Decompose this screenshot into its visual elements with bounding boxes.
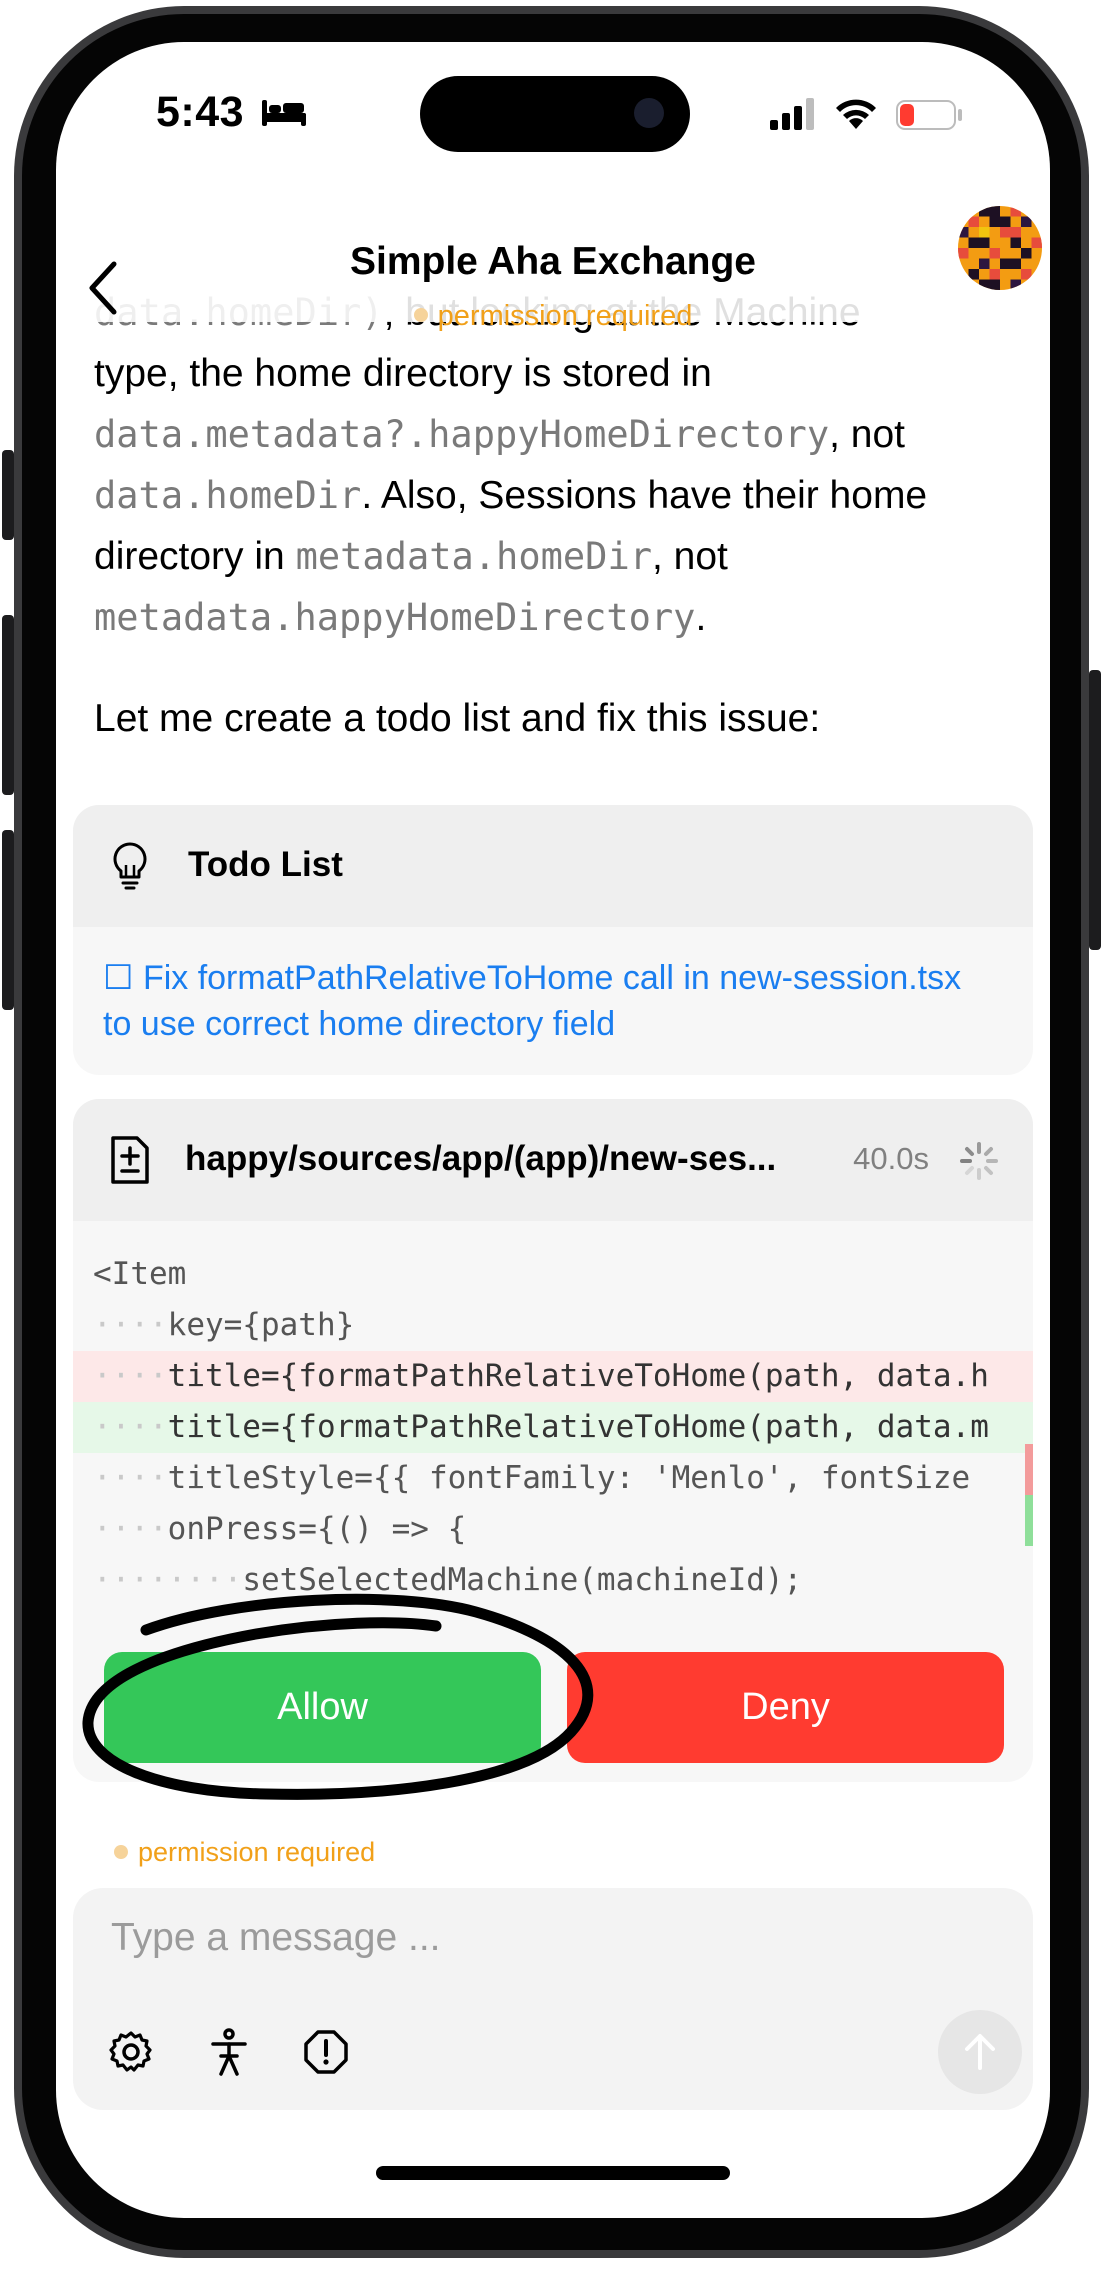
diff-line: ····onPress={() => { [93,1511,467,1547]
side-button [2,615,14,795]
side-button [1089,670,1101,950]
todo-item[interactable]: ☐ Fix formatPathRelativeToHome call in n… [103,955,973,1047]
message-line: metadata.happyHomeDirectory. [94,596,707,639]
message-line: directory in metadata.homeDir, not [94,535,728,578]
phone-screen: 5:43 13 data.homeDir), but [56,42,1050,2218]
diff-marker-removed [1025,1444,1033,1495]
bed-icon [262,100,306,126]
elapsed-time: 40.0s [853,1141,929,1176]
side-button [2,830,14,1010]
permission-status: permission required [114,1837,375,1868]
diff-line-removed: ····title={formatPathRelativeToHome(path… [73,1351,1033,1402]
todo-card-title: Todo List [188,845,343,884]
camera-icon [634,98,664,128]
checkbox-icon[interactable]: ☐ [103,959,133,997]
todo-card-header: Todo List [73,805,1033,927]
message-line: data.homeDir. Also, Sessions have their … [94,474,928,517]
dynamic-island [420,76,690,152]
assistant-message: data.homeDir), but looking at the Machin… [94,282,1014,749]
battery-tip [958,109,962,121]
wifi-icon [836,99,876,129]
spinner-icon [960,1142,998,1180]
diff-line: ····key={path} [93,1307,355,1343]
avatar[interactable] [958,206,1042,290]
annotation-circle [82,1593,594,1800]
cellular-signal-icon [770,98,814,130]
send-button[interactable] [938,2010,1022,2094]
accessibility-icon[interactable] [207,2028,251,2076]
todo-card: Todo List ☐ Fix formatPathRelativeToHome… [73,805,1033,1075]
file-diff-icon [111,1136,149,1184]
message-paragraph: Let me create a todo list and fix this i… [94,697,821,740]
alert-octagon-icon[interactable] [303,2029,349,2075]
lightbulb-icon [113,842,147,890]
file-edit-header[interactable]: happy/sources/app/(app)/new-ses... 40.0s [73,1099,1033,1221]
message-line: type, the home directory is stored in [94,352,712,395]
diff-view: <Item ····key={path} ····title={formatPa… [73,1249,1033,1606]
battery-level: 13 [913,102,939,127]
message-input[interactable]: Type a message ... [111,1916,441,1960]
message-line: data.metadata?.happyHomeDirectory, not [94,413,905,456]
chat-title: Simple Aha Exchange [349,240,756,283]
battery-icon: 13 [896,100,956,130]
side-button [2,450,14,540]
home-indicator [376,2166,730,2180]
diff-line-added: ····title={formatPathRelativeToHome(path… [73,1402,1033,1453]
message-composer: Type a message ... [73,1888,1033,2110]
status-time: 5:43 [156,88,245,136]
diff-line: ····titleStyle={{ fontFamily: 'Menlo', f… [93,1460,971,1496]
nav-header: Simple Aha Exchange permission required [56,192,1050,332]
chat-status: permission required [56,300,1050,333]
todo-item-label: Fix formatPathRelativeToHome call in new… [103,959,962,1043]
deny-button[interactable]: Deny [567,1652,1004,1763]
diff-line: <Item [93,1256,187,1292]
file-path: happy/sources/app/(app)/new-ses... [185,1139,777,1178]
diff-marker-added [1025,1495,1033,1546]
gear-icon[interactable] [109,2030,153,2074]
arrow-up-icon [965,2034,995,2070]
